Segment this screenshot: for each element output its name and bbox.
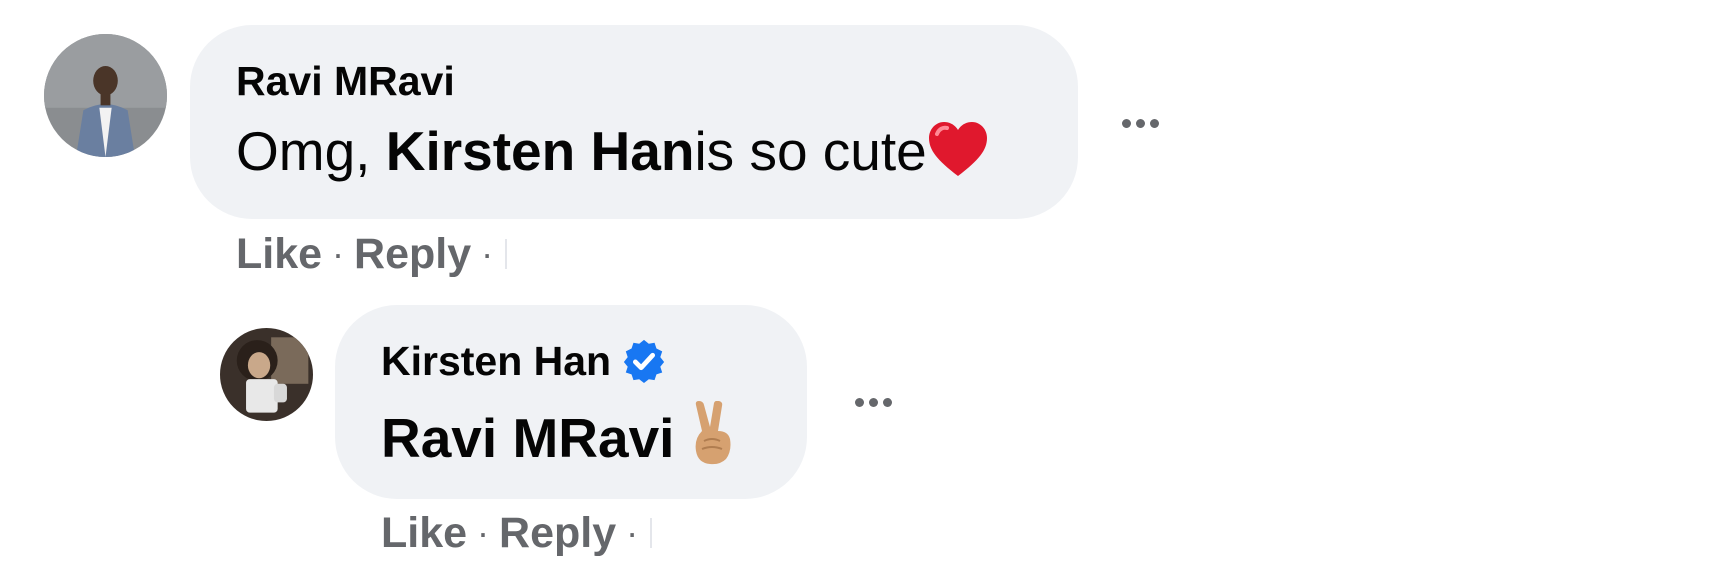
reply-actions: Like · Reply · bbox=[381, 508, 666, 558]
more-dot-icon bbox=[1122, 119, 1131, 128]
more-dot-icon bbox=[869, 398, 878, 407]
avatar-ravi[interactable] bbox=[44, 34, 167, 157]
comment-author-name[interactable]: Ravi MRavi bbox=[236, 57, 455, 105]
reply-more-options-button[interactable] bbox=[855, 398, 892, 407]
avatar-kirsten-image bbox=[220, 328, 313, 421]
victory-hand-icon bbox=[690, 401, 736, 465]
more-dot-icon bbox=[1136, 119, 1145, 128]
action-separator: · bbox=[332, 233, 345, 274]
reply-author-name[interactable]: Kirsten Han bbox=[381, 337, 611, 385]
comment-text-suffix: is so cute bbox=[694, 120, 927, 182]
action-separator: · bbox=[481, 233, 494, 274]
reply-like-button[interactable]: Like bbox=[381, 508, 467, 558]
comment-bubble: Ravi MRavi Omg, Kirsten Hanis so cute bbox=[190, 25, 1078, 219]
mention-link[interactable]: Kirsten Han bbox=[386, 120, 695, 182]
verified-badge-icon bbox=[621, 338, 667, 384]
reply-text: Ravi MRavi bbox=[381, 401, 736, 470]
reply-author: Kirsten Han bbox=[381, 337, 667, 385]
comment-text-prefix: Omg, bbox=[236, 120, 386, 182]
avatar-ravi-image bbox=[44, 34, 167, 157]
more-options-button[interactable] bbox=[1122, 119, 1159, 128]
reply-mention-link[interactable]: Ravi MRavi bbox=[381, 407, 674, 469]
red-heart-icon bbox=[927, 120, 989, 178]
reply-timestamp-link[interactable] bbox=[650, 518, 666, 548]
more-dot-icon bbox=[855, 398, 864, 407]
more-dot-icon bbox=[883, 398, 892, 407]
comment-actions: Like · Reply · bbox=[236, 229, 521, 279]
action-separator: · bbox=[477, 512, 490, 553]
reply-reply-button[interactable]: Reply bbox=[499, 508, 616, 558]
more-dot-icon bbox=[1150, 119, 1159, 128]
avatar-kirsten[interactable] bbox=[220, 328, 313, 421]
timestamp-link[interactable] bbox=[505, 239, 521, 269]
reply-button[interactable]: Reply bbox=[354, 229, 471, 279]
like-button[interactable]: Like bbox=[236, 229, 322, 279]
action-separator: · bbox=[626, 512, 639, 553]
comment-text: Omg, Kirsten Hanis so cute bbox=[236, 119, 989, 183]
reply-bubble: Kirsten Han Ravi MRavi bbox=[335, 305, 807, 499]
